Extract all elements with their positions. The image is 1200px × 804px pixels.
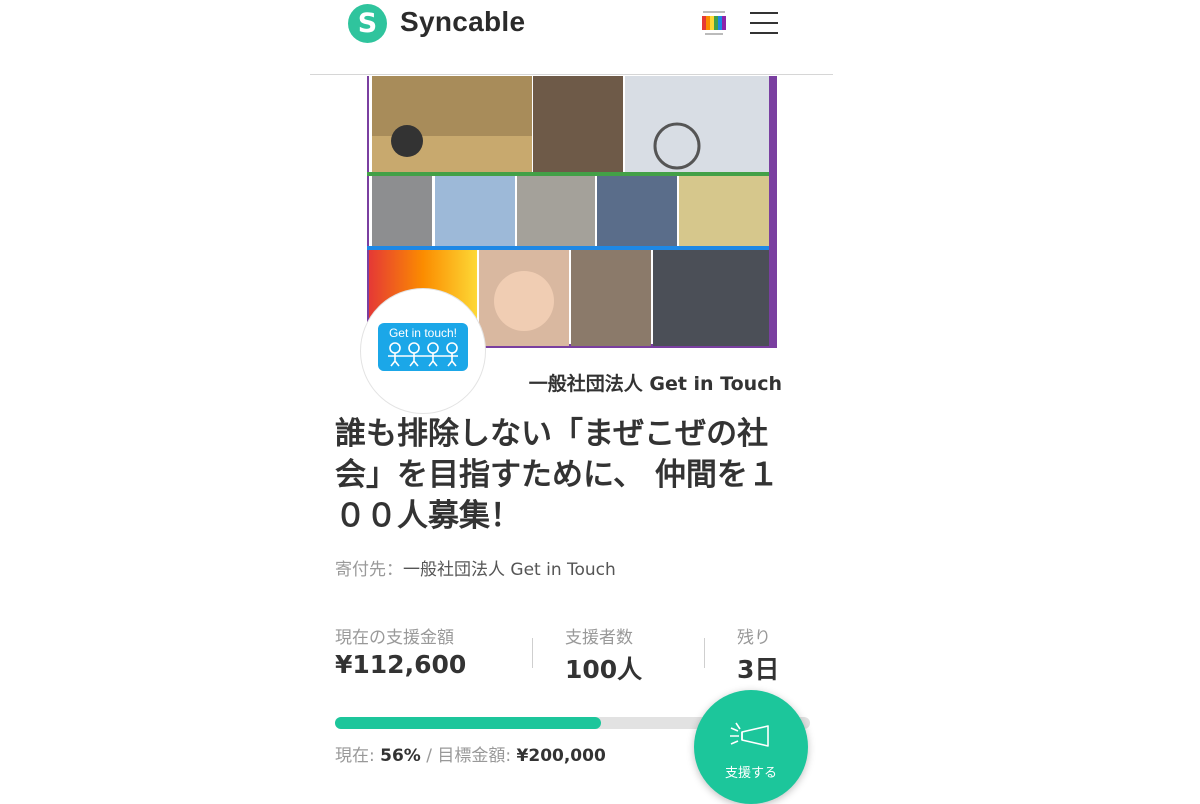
progress-goal-label: 目標金額: (437, 746, 512, 766)
donee-label: 寄付先： (335, 560, 403, 580)
stat-supporters-value: 100人 (565, 655, 643, 684)
progress-goal-value: ¥200,000 (516, 746, 606, 766)
stat-amount-label: 現在の支援金額 (335, 628, 454, 648)
stat-amount-value: ¥112,600 (335, 650, 467, 679)
support-button-label: 支援する (724, 766, 777, 781)
people-holding-hands-icon (388, 342, 458, 367)
megaphone-icon (730, 722, 769, 747)
syncable-logo-icon[interactable]: S (348, 4, 387, 43)
stat-divider (704, 638, 705, 668)
donee-line: 寄付先：一般社団法人 Get in Touch (335, 555, 616, 580)
get-in-touch-logo: Get in touch! (378, 323, 468, 371)
campaign-page: S Syncable Get in touch! 一般社団法人 Get in T… (310, 0, 833, 804)
site-logo-text[interactable]: Syncable (400, 6, 525, 38)
support-button[interactable]: 支援する (694, 690, 808, 804)
organization-name[interactable]: 一般社団法人 Get in Touch (529, 369, 782, 396)
stat-divider (532, 638, 533, 668)
stat-remaining-label: 残り (737, 628, 771, 648)
avatar-logo-text: Get in touch! (388, 326, 458, 340)
progress-bar-fill (335, 717, 601, 729)
site-header: S Syncable (310, 0, 833, 75)
logo-letter: S (357, 8, 378, 39)
hamburger-menu-icon[interactable] (750, 12, 778, 36)
progress-separator: / (426, 746, 432, 766)
project-title: 誰も排除しない「まぜこぜの社会」を目指すために、 仲間を１００人募集！ (335, 416, 779, 534)
stat-remaining-value: 3日 (737, 655, 780, 684)
organization-avatar[interactable]: Get in touch! (360, 288, 486, 414)
progress-current-label: 現在: (335, 746, 375, 766)
stat-supporters-label: 支援者数 (565, 628, 633, 648)
progress-percent: 56% (380, 746, 421, 766)
donee-name[interactable]: 一般社団法人 Get in Touch (403, 560, 616, 580)
rainbow-badge-icon (699, 8, 729, 40)
progress-text: 現在: 56% / 目標金額: ¥200,000 (335, 741, 606, 766)
